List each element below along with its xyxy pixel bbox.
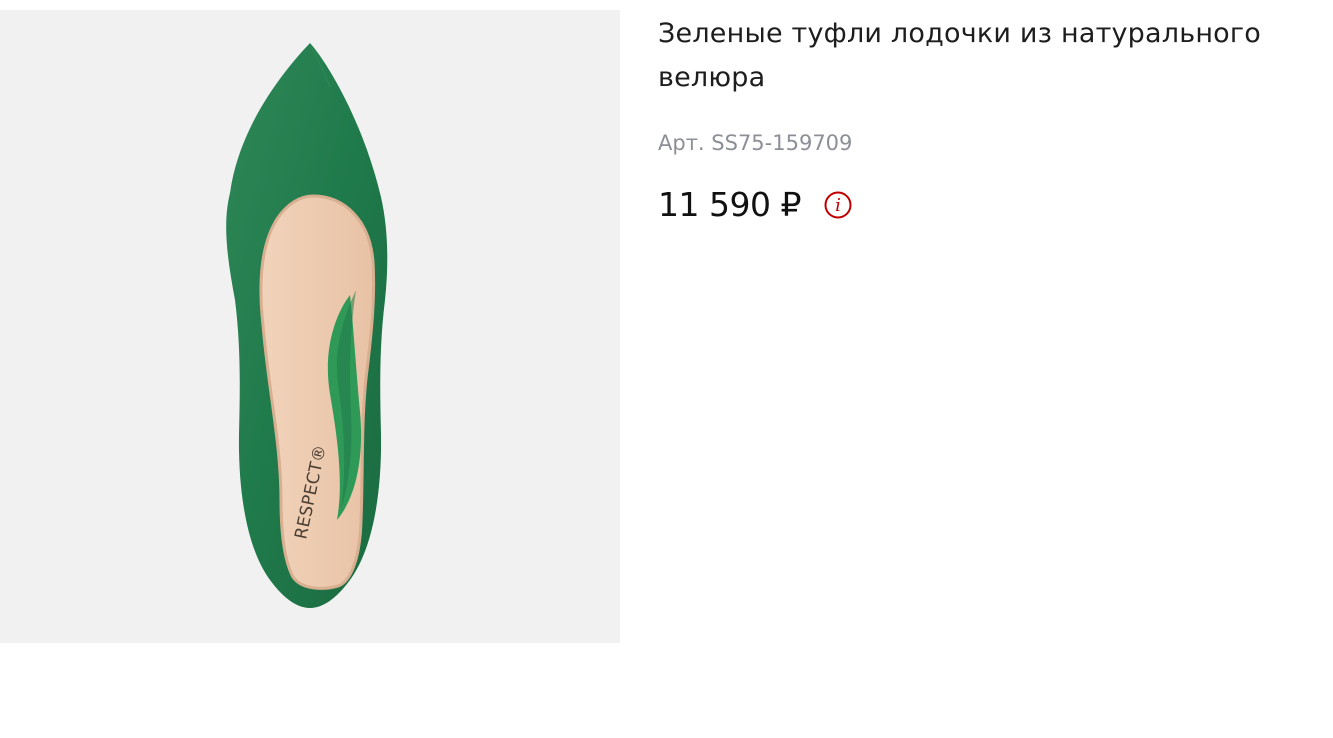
product-title: Зеленые туфли лодочки из натурального ве… [658, 18, 1262, 93]
product-image[interactable]: RESPECT® [0, 10, 620, 643]
info-circle-icon[interactable]: i [823, 190, 853, 220]
price-row: 11 590 ₽ i [658, 185, 1318, 225]
product-info: Зеленые туфли лодочки из натурального ве… [658, 12, 1318, 225]
svg-text:i: i [835, 195, 841, 216]
product-price: 11 590 ₽ [658, 185, 801, 224]
product-sku: Арт. SS75-159709 [658, 131, 853, 155]
green-pump-shoe-image: RESPECT® [226, 43, 388, 608]
